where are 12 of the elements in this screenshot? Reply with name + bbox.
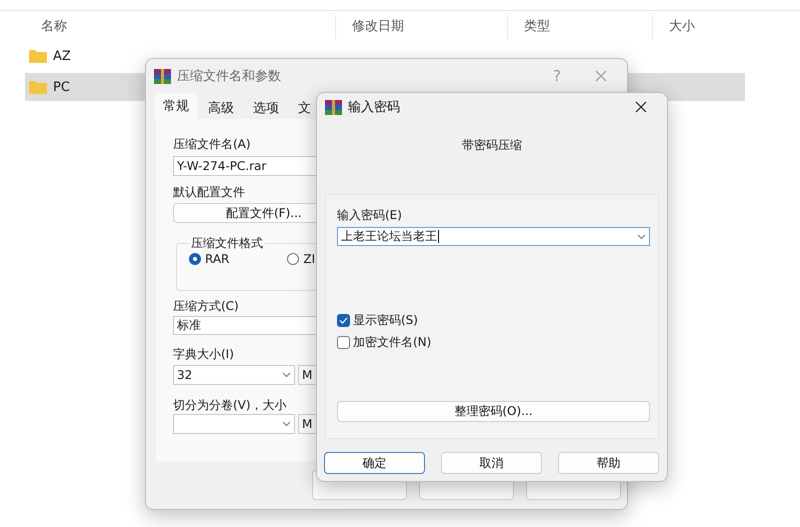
- window-title: 压缩文件名和参数: [177, 68, 282, 85]
- field-label: 压缩文件名(A): [173, 136, 251, 152]
- file-name: AZ: [53, 48, 71, 64]
- group-label: 压缩文件格式: [190, 235, 264, 252]
- dialog-subtitle: 带密码压缩: [462, 137, 522, 151]
- file-name: PC: [53, 80, 70, 94]
- field-label: 默认配置文件: [173, 184, 245, 200]
- field-label: 输入密码(E): [337, 207, 402, 223]
- field-label: 压缩方式(C): [173, 298, 239, 314]
- field-label: 切分为分卷(V)，大小: [173, 397, 287, 413]
- field-label: 字典大小(I): [173, 346, 234, 362]
- window-title: 输入密码: [348, 99, 401, 116]
